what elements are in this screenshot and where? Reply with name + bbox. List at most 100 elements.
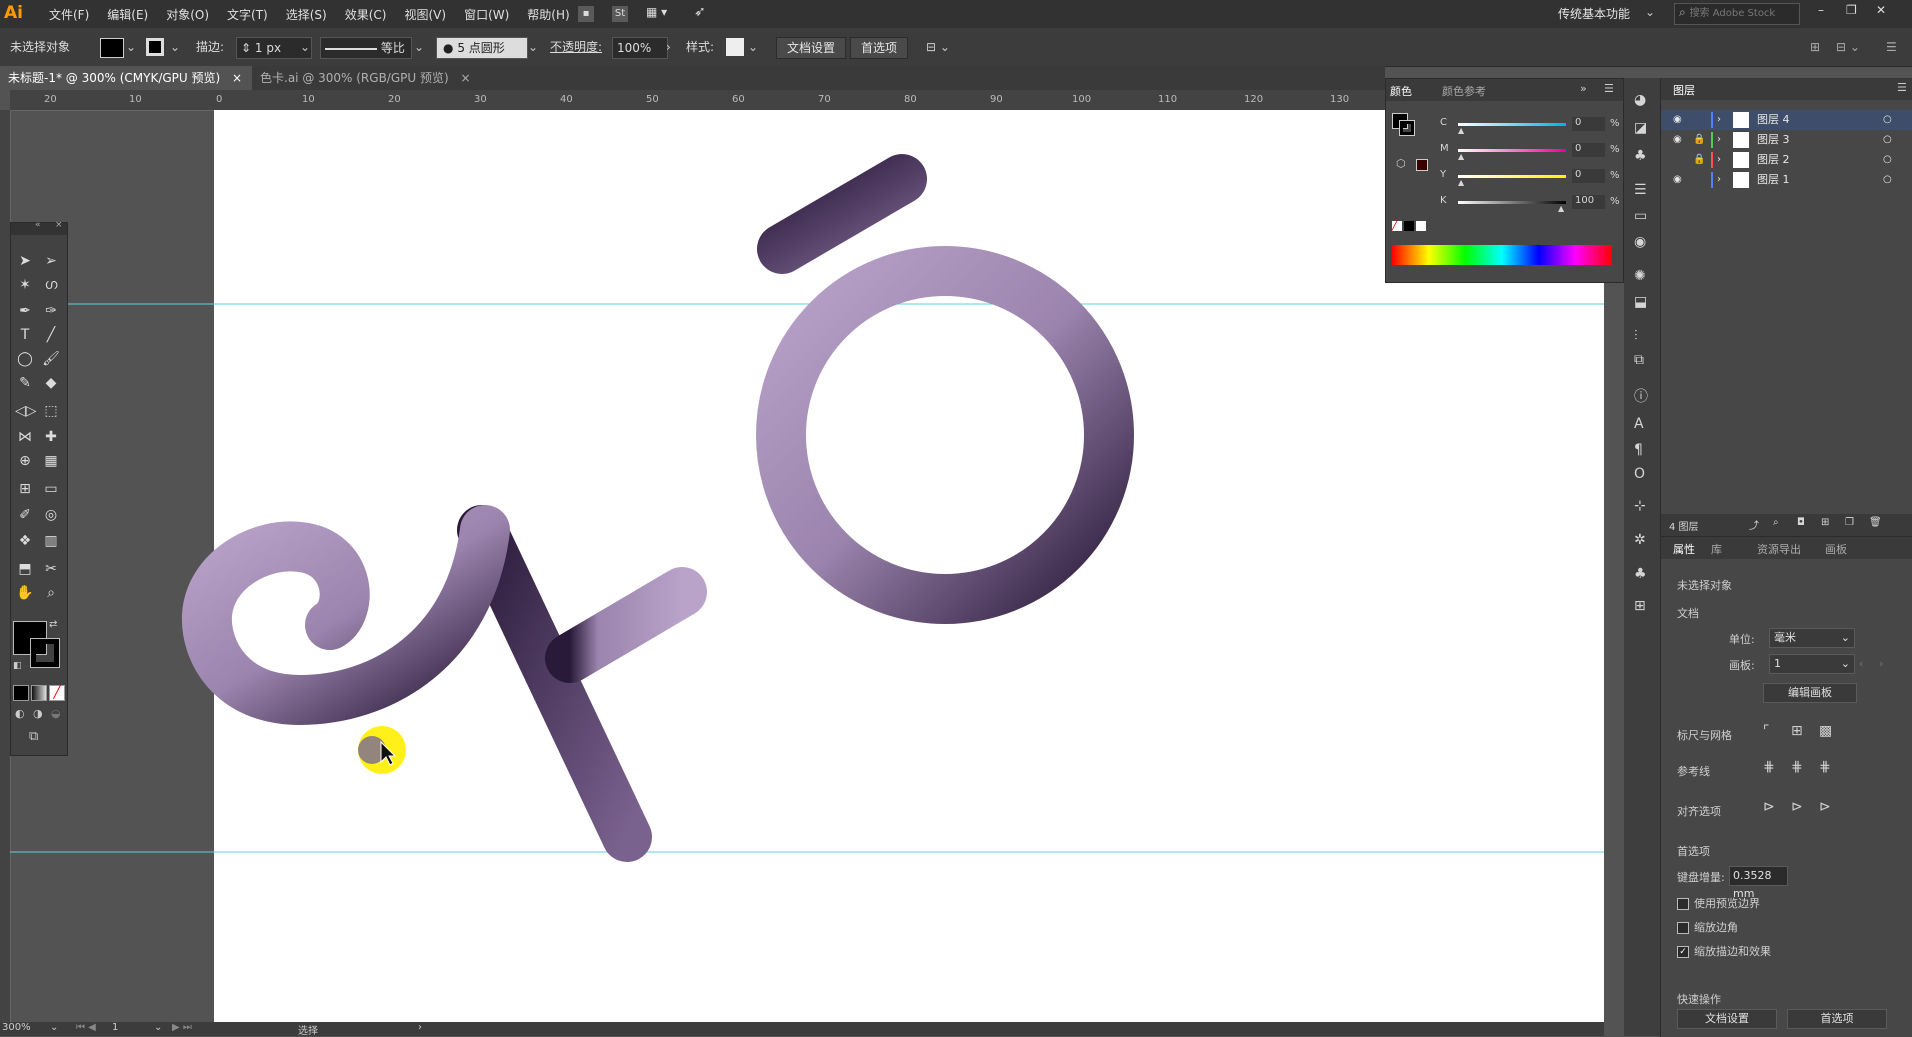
stroke-color-swatch[interactable] [1399,120,1415,136]
panel-menu-icon[interactable]: ☰ [1886,37,1897,57]
checkbox-icon[interactable] [1677,898,1689,910]
new-layer-icon[interactable]: ❐ [1845,517,1854,528]
align-icon[interactable]: ⊞ [1810,37,1820,57]
layer-row[interactable]: ◉ › 图层 4 ○ [1661,110,1912,130]
color-panel-icon[interactable]: ◕ [1634,92,1646,108]
eye-icon[interactable]: ◉ [1673,130,1682,150]
draw-normal-icon[interactable]: ◐ [15,707,25,720]
channel-y-slider[interactable] [1458,175,1566,178]
tab-color-guide[interactable]: 颜色参考 [1442,83,1486,99]
shaper-tool-icon[interactable]: ✎ [15,373,35,393]
stroke-swatch[interactable] [146,38,164,56]
channel-k-input[interactable]: 100 [1572,195,1605,209]
align-panel-icon[interactable]: ⫶ [1634,328,1638,344]
doc-setup-button[interactable]: 文档设置 [1677,1009,1777,1029]
menu-view[interactable]: 视图(V) [395,6,455,23]
stroke-color-swatch[interactable] [30,638,60,668]
eraser-icon[interactable]: ◆ [41,373,61,393]
close-icon[interactable]: × [232,71,242,85]
gradient-tool-icon[interactable]: ▭ [41,479,61,499]
slider-thumb-icon[interactable]: ▲ [1458,126,1464,135]
tab-color[interactable]: 颜色 [1390,83,1412,99]
clipping-mask-icon[interactable]: ◘ [1797,517,1805,528]
layer-name[interactable]: 图层 3 [1757,130,1790,150]
artboard-number[interactable]: 1 [112,1022,118,1033]
menu-help[interactable]: 帮助(H) [518,6,578,23]
snap-pixel-icon[interactable]: ⊳ [1819,799,1831,815]
chevron-right-icon[interactable]: › [1717,150,1721,170]
selection-tool-icon[interactable]: ➤ [15,251,35,271]
menu-object[interactable]: 对象(O) [157,6,218,23]
chevron-down-icon[interactable]: ⌄ [300,37,310,57]
prefs-button[interactable]: 首选项 [850,37,909,59]
direct-selection-tool-icon[interactable]: ➢ [41,251,61,271]
lock-guides-icon[interactable]: ⋕ [1791,759,1803,775]
appearance-icon[interactable]: ✺ [1634,268,1646,284]
chevron-down-icon[interactable]: ⌄ [126,37,136,57]
chevron-down-icon[interactable]: ⌄ [748,37,758,57]
gpu-rocket-icon[interactable]: ➶ [694,4,706,20]
panel-menu-icon[interactable]: ☰ [1604,82,1614,95]
smart-guides-icon[interactable]: ⋕ [1819,759,1831,775]
none-swatch-icon[interactable]: ╱ [1392,221,1402,231]
swatches-icon[interactable]: ♣ [1634,148,1647,164]
artboards-panel-icon[interactable]: ⊞ [1634,598,1646,614]
layer-name[interactable]: 图层 4 [1757,110,1790,130]
scale-corners-checkbox[interactable]: 缩放边角 [1677,919,1738,935]
tools-panel-header[interactable]: « × [11,220,67,235]
opacity-input[interactable]: 100% [612,37,668,59]
draw-behind-icon[interactable]: ◑ [33,707,43,720]
show-guides-icon[interactable]: ⋕ [1763,759,1775,775]
layer-name[interactable]: 图层 1 [1757,170,1790,190]
doc-setup-button[interactable]: 文档设置 [776,37,847,59]
white-swatch[interactable] [1416,221,1426,231]
lock-icon[interactable]: 🔒 [1693,150,1705,170]
channel-k-slider[interactable] [1458,201,1566,204]
slider-thumb-icon[interactable]: ▲ [1558,204,1564,213]
menu-type[interactable]: 文字(T) [218,6,277,23]
gradient-mode-icon[interactable] [31,685,47,701]
expand-icon[interactable]: » [1580,82,1587,95]
keyboard-increment-input[interactable]: 0.3528 mm [1729,866,1788,900]
target-icon[interactable]: ○ [1883,170,1892,190]
chevron-down-icon[interactable]: ⌄ [528,37,538,57]
tab-asset-export[interactable]: 资源导出 [1757,541,1801,557]
menu-file[interactable]: 文件(F) [40,6,98,23]
eyedropper-icon[interactable]: ✐ [15,505,35,525]
zoom-tool-icon[interactable]: ⌕ [41,583,61,603]
prev-artboard-icon[interactable]: ‹ [1859,657,1863,670]
snap-grid-icon[interactable]: ⊳ [1791,799,1803,815]
checkbox-icon[interactable] [1677,922,1689,934]
stock-icon[interactable]: St [612,6,628,22]
scale-tool-icon[interactable]: ⬚ [41,401,61,421]
swap-colors-icon[interactable]: ⇄ [49,619,57,630]
chevron-right-icon[interactable]: › [1717,170,1721,190]
layer-row[interactable]: ◉ 🔒 › 图层 3 ○ [1661,130,1912,150]
magic-wand-icon[interactable]: ✶ [15,275,35,295]
diagonal-stroke[interactable] [545,567,707,683]
arrange-docs-icon[interactable]: ▦ ▾ [646,5,667,19]
transform-panel-icon[interactable]: ⊹ [1634,498,1646,514]
layer-row[interactable]: ◉ › 图层 1 ○ [1661,170,1912,190]
chevron-down-icon[interactable]: ⌄ [414,37,424,57]
eye-icon[interactable]: ◉ [1673,110,1682,130]
artboard-tool-icon[interactable]: ⬒ [15,559,35,579]
lasso-icon[interactable]: ഗ [41,275,61,295]
chevron-down-icon[interactable]: ⌄ [1645,5,1655,19]
new-sublayer-icon[interactable]: ⊞ [1821,517,1829,528]
stroke-stepper-icon[interactable]: ⇕ [241,41,251,55]
none-mode-icon[interactable]: ╱ [49,685,65,701]
channel-c-slider[interactable] [1458,123,1566,126]
puppet-warp-icon[interactable]: ✚ [41,427,61,447]
brush-definition[interactable]: ● 5 点圆形 [436,37,528,59]
graph-tool-icon[interactable]: ▥ [41,531,61,551]
maximize-icon[interactable]: ❐ [1846,3,1857,17]
preview-bounds-checkbox[interactable]: 使用预览边界 [1677,895,1760,911]
menu-select[interactable]: 选择(S) [277,6,336,23]
variable-width-profile[interactable]: 等比 [320,37,412,59]
info-icon[interactable]: ⓘ [1634,386,1648,406]
channel-m-slider[interactable] [1458,149,1566,152]
tab-layers[interactable]: 图层 [1673,82,1695,98]
collapse-icon[interactable]: « [35,220,41,230]
slider-thumb-icon[interactable]: ▲ [1458,152,1464,161]
